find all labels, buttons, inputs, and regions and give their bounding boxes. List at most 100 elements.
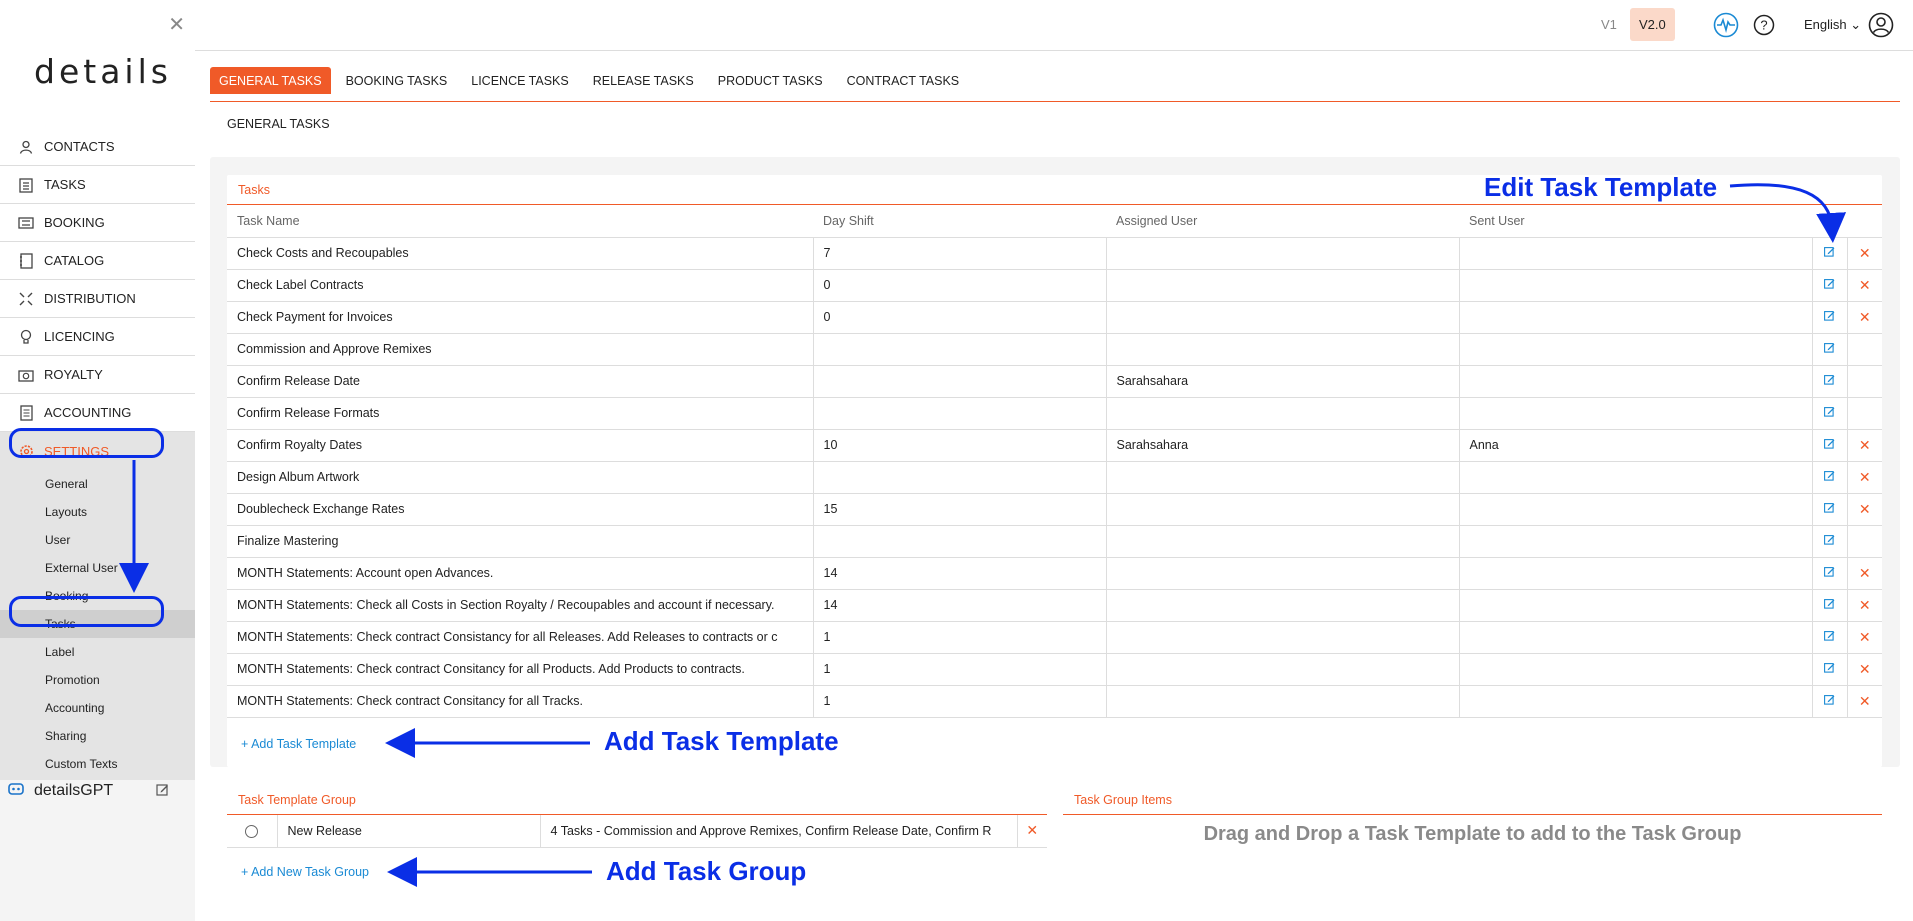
table-row[interactable]: MONTH Statements: Check contract Consist… <box>227 621 1882 654</box>
edit-icon[interactable] <box>1824 662 1835 676</box>
table-row[interactable]: MONTH Statements: Check all Costs in Sec… <box>227 589 1882 622</box>
sidebar-item-distribution[interactable]: DISTRIBUTION <box>0 280 195 318</box>
annotation-add-task-group: Add Task Group <box>606 856 807 886</box>
delete-icon[interactable]: ✕ <box>1859 629 1871 646</box>
task-group-row[interactable]: New Release 4 Tasks - Commission and Appr… <box>227 815 1047 848</box>
version-v2-badge[interactable]: V2.0 <box>1630 8 1675 41</box>
edit-icon[interactable] <box>1824 598 1835 612</box>
tab-release-tasks[interactable]: RELEASE TASKS <box>584 67 703 94</box>
table-row[interactable]: Confirm Release Formats <box>227 397 1882 430</box>
delete-icon[interactable]: ✕ <box>1026 822 1038 839</box>
user-avatar-icon[interactable] <box>1868 12 1894 38</box>
settings-sub-label[interactable]: Label <box>0 638 195 666</box>
add-task-group-link[interactable]: + Add New Task Group <box>241 865 369 879</box>
edit-icon[interactable] <box>1824 566 1835 580</box>
settings-sub-external-user[interactable]: External User <box>0 554 195 582</box>
edit-icon[interactable] <box>1824 534 1835 548</box>
sidebar-item-licencing[interactable]: LICENCING <box>0 318 195 356</box>
delete-icon[interactable]: ✕ <box>1859 469 1871 486</box>
column-header-sent-user[interactable]: Sent User <box>1459 205 1812 238</box>
version-v1-link[interactable]: V1 <box>1601 17 1617 32</box>
add-task-template-link[interactable]: + Add Task Template <box>241 737 356 751</box>
sidebar-item-booking[interactable]: BOOKING <box>0 204 195 242</box>
settings-sub-custom-texts[interactable]: Custom Texts <box>0 750 195 778</box>
tab-licence-tasks[interactable]: LICENCE TASKS <box>462 67 578 94</box>
sidebar-nav: CONTACTS TASKS BOOKING CATALOG DISTRIBUTION L… <box>0 128 195 470</box>
close-icon[interactable]: ✕ <box>168 15 185 35</box>
edit-icon[interactable] <box>1824 310 1835 324</box>
settings-sub-user[interactable]: User <box>0 526 195 554</box>
table-row[interactable]: MONTH Statements: Account open Advances.… <box>227 557 1882 590</box>
day-shift-cell: 10 <box>813 429 1107 462</box>
tab-product-tasks[interactable]: PRODUCT TASKS <box>709 67 832 94</box>
tab-contract-tasks[interactable]: CONTRACT TASKS <box>838 67 969 94</box>
edit-icon[interactable] <box>1824 470 1835 484</box>
task-name-cell: Check Label Contracts <box>227 269 814 302</box>
table-row[interactable]: Confirm Release Date Sarahsahara <box>227 365 1882 398</box>
sidebar-item-label: ROYALTY <box>44 367 103 382</box>
sidebar-item-label: CATALOG <box>44 253 105 268</box>
details-gpt[interactable]: detailsGPT <box>0 776 195 806</box>
settings-sub-general[interactable]: General <box>0 470 195 498</box>
sent-user-cell <box>1459 653 1813 686</box>
day-shift-cell <box>813 333 1107 366</box>
group-radio[interactable] <box>245 824 259 838</box>
table-row[interactable]: MONTH Statements: Check contract Consita… <box>227 685 1882 718</box>
table-row[interactable]: Finalize Mastering <box>227 525 1882 558</box>
table-row[interactable]: Check Costs and Recoupables 7 ✕ <box>227 237 1882 270</box>
delete-icon[interactable]: ✕ <box>1859 661 1871 678</box>
edit-icon[interactable] <box>1824 246 1835 260</box>
settings-sub-promotion[interactable]: Promotion <box>0 666 195 694</box>
delete-icon[interactable]: ✕ <box>1859 245 1871 262</box>
sidebar-item-contacts[interactable]: CONTACTS <box>0 128 195 166</box>
delete-icon[interactable]: ✕ <box>1859 597 1871 614</box>
edit-icon[interactable] <box>1824 342 1835 356</box>
delete-cell: ✕ <box>1847 685 1882 718</box>
sent-user-cell <box>1459 365 1813 398</box>
table-row[interactable]: Confirm Royalty Dates 10 Sarahsahara Anna ✕ <box>227 429 1882 462</box>
tab-booking-tasks[interactable]: BOOKING TASKS <box>337 67 457 94</box>
language-select[interactable]: English ⌄ <box>1804 17 1861 33</box>
sidebar-item-accounting[interactable]: ACCOUNTING <box>0 394 195 432</box>
edit-icon[interactable] <box>156 783 169 799</box>
table-row[interactable]: Design Album Artwork ✕ <box>227 461 1882 494</box>
day-shift-cell <box>813 397 1107 430</box>
settings-sub-sharing[interactable]: Sharing <box>0 722 195 750</box>
table-row[interactable]: Check Payment for Invoices 0 ✕ <box>227 301 1882 334</box>
tab-general-tasks[interactable]: GENERAL TASKS <box>210 67 331 94</box>
edit-icon[interactable] <box>1824 278 1835 292</box>
edit-icon[interactable] <box>1824 502 1835 516</box>
edit-icon[interactable] <box>1824 406 1835 420</box>
task-group-table: New Release 4 Tasks - Commission and Appr… <box>227 815 1047 848</box>
settings-sub-layouts[interactable]: Layouts <box>0 498 195 526</box>
column-header-task-name[interactable]: Task Name <box>227 205 813 238</box>
activity-icon[interactable] <box>1713 12 1739 38</box>
edit-icon[interactable] <box>1824 438 1835 452</box>
column-header-day-shift[interactable]: Day Shift <box>813 205 1106 238</box>
column-header-assigned-user[interactable]: Assigned User <box>1106 205 1459 238</box>
delete-icon[interactable]: ✕ <box>1859 693 1871 710</box>
delete-icon[interactable]: ✕ <box>1859 565 1871 582</box>
delete-icon[interactable]: ✕ <box>1859 277 1871 294</box>
edit-icon[interactable] <box>1824 694 1835 708</box>
distribution-icon <box>18 291 34 307</box>
sidebar-item-catalog[interactable]: CATALOG <box>0 242 195 280</box>
edit-icon[interactable] <box>1824 374 1835 388</box>
task-name-cell: Doublecheck Exchange Rates <box>227 493 814 526</box>
assigned-user-cell <box>1106 461 1460 494</box>
table-row[interactable]: Check Label Contracts 0 ✕ <box>227 269 1882 302</box>
table-row[interactable]: Doublecheck Exchange Rates 15 ✕ <box>227 493 1882 526</box>
sidebar-item-tasks[interactable]: TASKS <box>0 166 195 204</box>
sidebar-item-royalty[interactable]: ROYALTY <box>0 356 195 394</box>
table-row[interactable]: MONTH Statements: Check contract Consita… <box>227 653 1882 686</box>
edit-cell <box>1812 269 1848 302</box>
table-row[interactable]: Commission and Approve Remixes <box>227 333 1882 366</box>
delete-icon[interactable]: ✕ <box>1859 309 1871 326</box>
settings-sub-accounting[interactable]: Accounting <box>0 694 195 722</box>
drop-zone-hint[interactable]: Drag and Drop a Task Template to add to … <box>1063 823 1882 846</box>
delete-icon[interactable]: ✕ <box>1859 501 1871 518</box>
delete-icon[interactable]: ✕ <box>1859 437 1871 454</box>
help-icon[interactable]: ? <box>1751 12 1777 38</box>
edit-icon[interactable] <box>1824 630 1835 644</box>
edit-cell <box>1812 493 1848 526</box>
